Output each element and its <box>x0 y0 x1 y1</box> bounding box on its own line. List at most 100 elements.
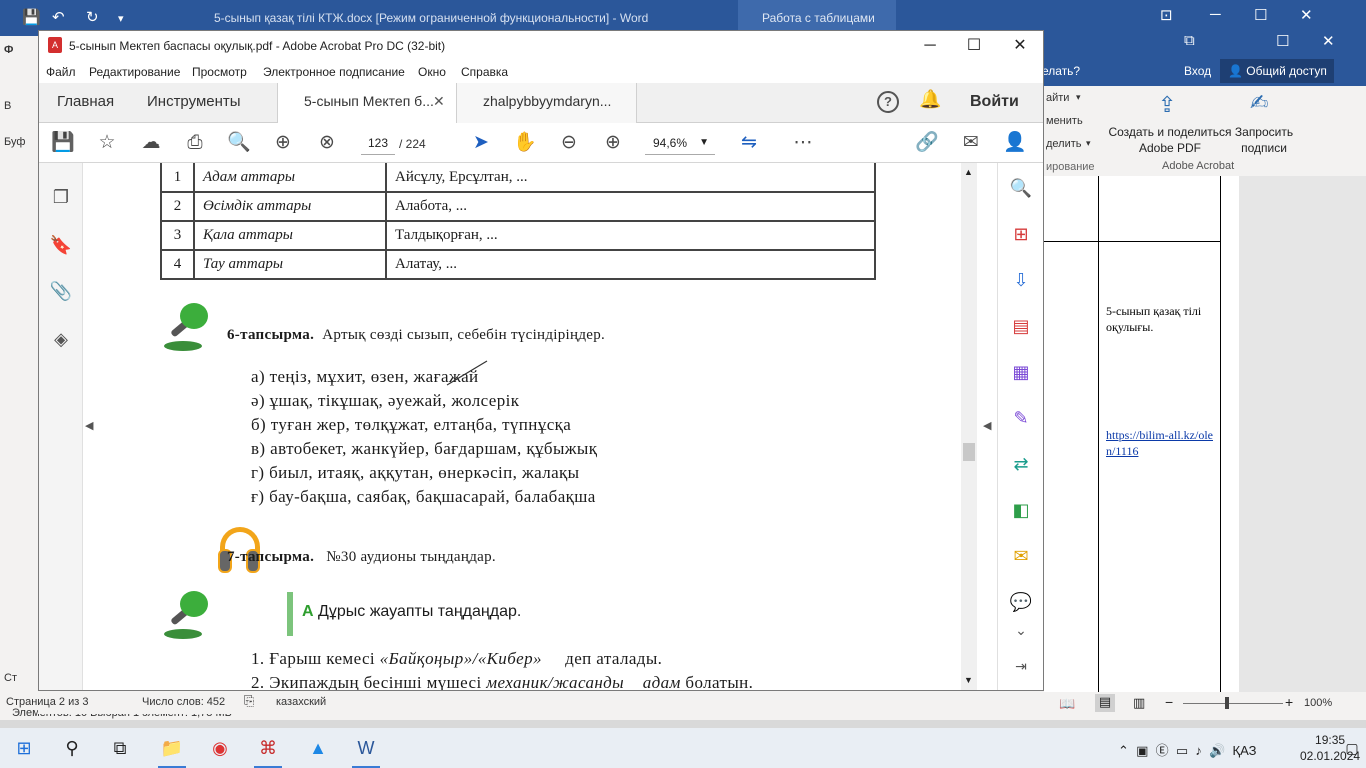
scroll-down-icon[interactable]: ▼ <box>964 675 973 685</box>
layers-icon[interactable]: ◈ <box>49 327 73 351</box>
zoom-out-icon[interactable]: − <box>1165 694 1173 710</box>
acrobat-icon[interactable]: ⌘ <box>256 736 280 760</box>
add-person-icon[interactable]: 👤 <box>1003 131 1027 155</box>
sign-in-link[interactable]: Вход <box>1184 64 1211 78</box>
close-icon[interactable]: ✕ <box>1300 6 1313 24</box>
window-maximize-icon[interactable]: ☐ <box>1276 32 1289 50</box>
pdf-document-view[interactable]: 1 Адам аттары Айсұлу, Ерсұлтан, ... 2 Өсімді… <box>97 163 967 690</box>
window-close-icon[interactable]: ✕ <box>1322 32 1335 50</box>
organize-pages-icon[interactable]: ▤ <box>1008 313 1034 339</box>
minimize-icon[interactable]: ─ <box>907 34 953 58</box>
undo-icon[interactable]: ↶ <box>52 8 65 26</box>
tab-document-2[interactable]: zhalpybbyymdaryn... <box>457 83 637 123</box>
vertical-scrollbar[interactable]: ▲ ▼ <box>961 163 977 690</box>
create-share-pdf-button[interactable]: Создать и поделиться Adobe PDF <box>1108 124 1232 156</box>
ribbon-display-icon[interactable]: ⊡ <box>1160 6 1173 24</box>
create-pdf-icon[interactable]: ⊞ <box>1008 221 1034 247</box>
task-view-icon[interactable]: ⧉ <box>108 736 132 760</box>
photos-icon[interactable]: ▲ <box>306 736 330 760</box>
export-pdf-icon[interactable]: ⇩ <box>1008 267 1034 293</box>
zoom-slider-thumb[interactable] <box>1225 697 1229 709</box>
bookmark-star-icon[interactable]: ☆ <box>95 131 119 155</box>
replace-button[interactable]: менить <box>1046 115 1083 127</box>
menu-view[interactable]: Просмотр <box>192 65 247 79</box>
page-display-icon[interactable]: ⇋ <box>737 131 761 155</box>
paste-button[interactable]: В <box>4 100 11 112</box>
menu-edit[interactable]: Редактирование <box>89 65 180 79</box>
word-zoom-level[interactable]: 100% <box>1304 697 1332 709</box>
input-language[interactable]: ҚАЗ <box>1233 743 1257 758</box>
zoom-select[interactable]: 94,6% ▼ <box>645 131 715 155</box>
hand-tool-icon[interactable]: ✋ <box>513 131 537 155</box>
edit-pdf-icon[interactable]: ▦ <box>1008 359 1034 385</box>
menu-file[interactable]: Файл <box>46 65 76 79</box>
send-for-review-icon[interactable]: ⇄ <box>1008 451 1034 477</box>
chrome-icon[interactable]: ◉ <box>208 736 232 760</box>
share-button[interactable]: 👤 Общий доступ <box>1220 59 1334 83</box>
save-icon[interactable]: 💾 <box>51 131 75 155</box>
help-icon[interactable]: ? <box>877 91 899 113</box>
request-signatures-button[interactable]: Запросить подписи <box>1232 124 1296 156</box>
restore-icon[interactable]: ⧉ <box>1184 32 1195 49</box>
notifications-bell-icon[interactable]: 🔔 <box>919 89 941 110</box>
zoom-in-icon[interactable]: ⊕ <box>601 131 625 155</box>
windows-start-icon[interactable]: ⊞ <box>12 736 36 760</box>
comment-icon[interactable]: 💬 <box>1008 589 1034 615</box>
collapse-right-panel-icon[interactable]: ◀ <box>983 419 991 432</box>
chevron-down-icon[interactable]: ⌄ <box>1008 617 1034 643</box>
page-number-input[interactable]: 123 <box>361 131 395 155</box>
select-button[interactable]: делить <box>1046 138 1082 150</box>
comment-file-icon[interactable]: ✉ <box>1008 543 1034 569</box>
customize-quick-access-icon[interactable]: ▾ <box>118 12 124 25</box>
find-button[interactable]: айти <box>1046 92 1069 104</box>
scrollbar-thumb[interactable] <box>963 443 975 461</box>
upload-cloud-icon[interactable]: ☁ <box>139 131 163 155</box>
tell-me-box[interactable]: елать? <box>1042 64 1080 78</box>
proofing-icon[interactable]: ⎘ <box>244 693 254 709</box>
page-thumbnails-icon[interactable]: ❐ <box>49 185 73 209</box>
compare-files-icon[interactable]: ◧ <box>1008 497 1034 523</box>
more-tools-icon[interactable]: ⋯ <box>791 131 815 155</box>
tab-document-1[interactable]: 5-сынып Мектеп б... ✕ <box>277 83 457 123</box>
zoom-out-icon[interactable]: ⊖ <box>557 131 581 155</box>
read-mode-icon[interactable]: 📖 <box>1059 696 1075 712</box>
zoom-slider[interactable] <box>1183 703 1283 704</box>
minimize-icon[interactable]: ─ <box>1210 6 1221 23</box>
notifications-icon[interactable]: ▢ <box>1340 736 1364 760</box>
share-link-icon[interactable]: 🔗 <box>915 131 939 155</box>
maximize-icon[interactable]: ☐ <box>1254 6 1267 24</box>
previous-page-icon[interactable]: ⊕ <box>271 131 295 155</box>
next-page-icon[interactable]: ⊗ <box>315 131 339 155</box>
maximize-icon[interactable]: ☐ <box>951 34 997 58</box>
save-icon[interactable]: 💾 <box>22 8 41 26</box>
file-tab[interactable]: Ф <box>4 44 13 56</box>
collapse-left-panel-icon[interactable]: ◀ <box>85 419 93 432</box>
search-icon[interactable]: 🔍 <box>227 131 251 155</box>
zoom-in-icon[interactable]: + <box>1285 694 1293 710</box>
system-tray[interactable]: ⌃ ▣ Ⓔ ▭ ♪ 🔊 ҚАЗ <box>1118 740 1256 759</box>
scroll-up-icon[interactable]: ▲ <box>964 167 973 177</box>
word-count-status[interactable]: Число слов: 452 <box>142 696 225 708</box>
fill-sign-icon[interactable]: ✎ <box>1008 405 1034 431</box>
bookmarks-icon[interactable]: 🔖 <box>49 233 73 257</box>
page-count-status[interactable]: Страница 2 из 3 <box>6 696 88 708</box>
search-icon[interactable]: ⚲ <box>60 736 84 760</box>
table-cell-link[interactable]: https://bilim-all.kz/olen/1116 <box>1106 427 1218 459</box>
email-icon[interactable]: ✉ <box>959 131 983 155</box>
word-icon[interactable]: W <box>354 736 378 760</box>
attachments-icon[interactable]: 📎 <box>49 279 73 303</box>
tab-home[interactable]: Главная <box>57 93 114 110</box>
web-layout-icon[interactable]: ▥ <box>1133 695 1145 711</box>
collapse-tools-icon[interactable]: ⇥ <box>1008 653 1034 679</box>
language-status[interactable]: казахский <box>276 696 326 708</box>
close-tab-icon[interactable]: ✕ <box>433 93 445 110</box>
redo-icon[interactable]: ↻ <box>86 8 99 26</box>
menu-help[interactable]: Справка <box>461 65 508 79</box>
print-icon[interactable]: ⎙ <box>183 131 207 155</box>
file-explorer-icon[interactable]: 📁 <box>160 736 184 760</box>
close-icon[interactable]: ✕ <box>997 34 1043 58</box>
menu-esign[interactable]: Электронное подписание <box>263 65 405 79</box>
print-layout-icon[interactable]: ▤ <box>1095 694 1115 712</box>
tab-tools[interactable]: Инструменты <box>147 93 241 110</box>
zoom-search-icon[interactable]: 🔍 <box>1008 175 1034 201</box>
